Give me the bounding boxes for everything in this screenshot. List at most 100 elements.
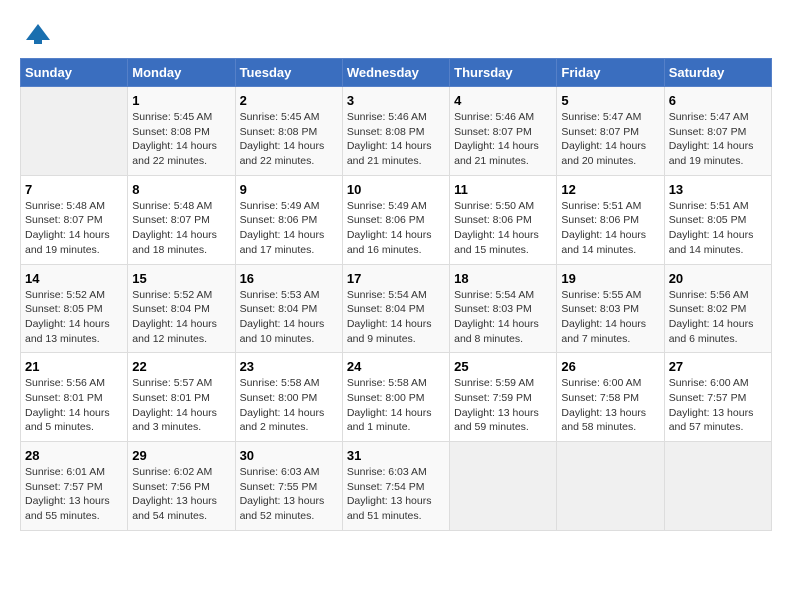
calendar-cell	[21, 87, 128, 176]
day-info: Sunrise: 5:47 AM Sunset: 8:07 PM Dayligh…	[561, 110, 659, 169]
calendar-cell: 21 Sunrise: 5:56 AM Sunset: 8:01 PM Dayli…	[21, 353, 128, 442]
day-number: 13	[669, 182, 767, 197]
day-header-saturday: Saturday	[664, 59, 771, 87]
day-number: 27	[669, 359, 767, 374]
day-number: 2	[240, 93, 338, 108]
logo	[20, 20, 52, 48]
calendar-cell: 24Sunrise: 5:58 AM Sunset: 8:00 PM Dayli…	[342, 353, 449, 442]
day-number: 31	[347, 448, 445, 463]
calendar-cell: 12Sunrise: 5:51 AM Sunset: 8:06 PM Dayli…	[557, 175, 664, 264]
header-row: SundayMondayTuesdayWednesdayThursdayFrid…	[21, 59, 772, 87]
day-number: 21	[25, 359, 123, 374]
calendar-cell: 25Sunrise: 5:59 AM Sunset: 7:59 PM Dayli…	[450, 353, 557, 442]
day-info: Sunrise: 6:03 AM Sunset: 7:54 PM Dayligh…	[347, 465, 445, 524]
day-info: Sunrise: 5:59 AM Sunset: 7:59 PM Dayligh…	[454, 376, 552, 435]
day-info: Sunrise: 5:46 AM Sunset: 8:08 PM Dayligh…	[347, 110, 445, 169]
day-number: 30	[240, 448, 338, 463]
day-info: Sunrise: 5:52 AM Sunset: 8:04 PM Dayligh…	[132, 288, 230, 347]
day-number: 29	[132, 448, 230, 463]
calendar-cell: 7 Sunrise: 5:48 AM Sunset: 8:07 PM Daylig…	[21, 175, 128, 264]
day-number: 16	[240, 271, 338, 286]
day-info: Sunrise: 5:56 AM Sunset: 8:01 PM Dayligh…	[25, 376, 123, 435]
calendar-cell	[450, 442, 557, 531]
day-header-monday: Monday	[128, 59, 235, 87]
week-row-3: 14 Sunrise: 5:52 AM Sunset: 8:05 PM Dayli…	[21, 264, 772, 353]
day-number: 19	[561, 271, 659, 286]
day-number: 26	[561, 359, 659, 374]
day-header-sunday: Sunday	[21, 59, 128, 87]
calendar-cell	[664, 442, 771, 531]
calendar-cell: 17 Sunrise: 5:54 AM Sunset: 8:04 PM Dayli…	[342, 264, 449, 353]
day-number: 9	[240, 182, 338, 197]
day-header-wednesday: Wednesday	[342, 59, 449, 87]
day-number: 5	[561, 93, 659, 108]
day-info: Sunrise: 5:45 AM Sunset: 8:08 PM Dayligh…	[240, 110, 338, 169]
day-info: Sunrise: 5:55 AM Sunset: 8:03 PM Dayligh…	[561, 288, 659, 347]
calendar-cell: 14 Sunrise: 5:52 AM Sunset: 8:05 PM Dayli…	[21, 264, 128, 353]
calendar-cell: 26 Sunrise: 6:00 AM Sunset: 7:58 PM Dayli…	[557, 353, 664, 442]
calendar-cell: 6 Sunrise: 5:47 AM Sunset: 8:07 PM Daylig…	[664, 87, 771, 176]
day-info: Sunrise: 5:50 AM Sunset: 8:06 PM Dayligh…	[454, 199, 552, 258]
calendar-cell: 8Sunrise: 5:48 AM Sunset: 8:07 PM Daylig…	[128, 175, 235, 264]
day-info: Sunrise: 5:48 AM Sunset: 8:07 PM Dayligh…	[25, 199, 123, 258]
calendar-cell: 19 Sunrise: 5:55 AM Sunset: 8:03 PM Dayli…	[557, 264, 664, 353]
calendar-cell: 4 Sunrise: 5:46 AM Sunset: 8:07 PM Daylig…	[450, 87, 557, 176]
week-row-1: 1 Sunrise: 5:45 AM Sunset: 8:08 PM Daylig…	[21, 87, 772, 176]
calendar-cell: 9 Sunrise: 5:49 AM Sunset: 8:06 PM Daylig…	[235, 175, 342, 264]
day-info: Sunrise: 5:54 AM Sunset: 8:04 PM Dayligh…	[347, 288, 445, 347]
calendar-cell: 10 Sunrise: 5:49 AM Sunset: 8:06 PM Dayli…	[342, 175, 449, 264]
day-info: Sunrise: 5:45 AM Sunset: 8:08 PM Dayligh…	[132, 110, 230, 169]
day-info: Sunrise: 5:47 AM Sunset: 8:07 PM Dayligh…	[669, 110, 767, 169]
day-info: Sunrise: 5:51 AM Sunset: 8:06 PM Dayligh…	[561, 199, 659, 258]
day-info: Sunrise: 5:51 AM Sunset: 8:05 PM Dayligh…	[669, 199, 767, 258]
day-number: 28	[25, 448, 123, 463]
day-header-friday: Friday	[557, 59, 664, 87]
week-row-5: 28 Sunrise: 6:01 AM Sunset: 7:57 PM Dayli…	[21, 442, 772, 531]
logo-icon	[24, 20, 52, 48]
day-number: 17	[347, 271, 445, 286]
calendar-cell: 31 Sunrise: 6:03 AM Sunset: 7:54 PM Dayli…	[342, 442, 449, 531]
day-number: 4	[454, 93, 552, 108]
day-number: 23	[240, 359, 338, 374]
calendar-cell: 3 Sunrise: 5:46 AM Sunset: 8:08 PM Daylig…	[342, 87, 449, 176]
day-info: Sunrise: 5:46 AM Sunset: 8:07 PM Dayligh…	[454, 110, 552, 169]
day-number: 20	[669, 271, 767, 286]
calendar-cell: 29 Sunrise: 6:02 AM Sunset: 7:56 PM Dayli…	[128, 442, 235, 531]
day-info: Sunrise: 6:03 AM Sunset: 7:55 PM Dayligh…	[240, 465, 338, 524]
day-info: Sunrise: 6:00 AM Sunset: 7:57 PM Dayligh…	[669, 376, 767, 435]
calendar-cell	[557, 442, 664, 531]
day-info: Sunrise: 5:49 AM Sunset: 8:06 PM Dayligh…	[347, 199, 445, 258]
day-number: 6	[669, 93, 767, 108]
week-row-2: 7 Sunrise: 5:48 AM Sunset: 8:07 PM Daylig…	[21, 175, 772, 264]
day-number: 15	[132, 271, 230, 286]
day-info: Sunrise: 5:58 AM Sunset: 8:00 PM Dayligh…	[240, 376, 338, 435]
day-number: 1	[132, 93, 230, 108]
day-info: Sunrise: 5:52 AM Sunset: 8:05 PM Dayligh…	[25, 288, 123, 347]
day-info: Sunrise: 6:02 AM Sunset: 7:56 PM Dayligh…	[132, 465, 230, 524]
day-number: 10	[347, 182, 445, 197]
day-info: Sunrise: 5:49 AM Sunset: 8:06 PM Dayligh…	[240, 199, 338, 258]
day-number: 3	[347, 93, 445, 108]
calendar-cell: 2 Sunrise: 5:45 AM Sunset: 8:08 PM Daylig…	[235, 87, 342, 176]
day-number: 14	[25, 271, 123, 286]
calendar-cell: 23 Sunrise: 5:58 AM Sunset: 8:00 PM Dayli…	[235, 353, 342, 442]
calendar-cell: 20 Sunrise: 5:56 AM Sunset: 8:02 PM Dayli…	[664, 264, 771, 353]
day-info: Sunrise: 5:53 AM Sunset: 8:04 PM Dayligh…	[240, 288, 338, 347]
day-info: Sunrise: 5:56 AM Sunset: 8:02 PM Dayligh…	[669, 288, 767, 347]
day-number: 7	[25, 182, 123, 197]
day-info: Sunrise: 5:58 AM Sunset: 8:00 PM Dayligh…	[347, 376, 445, 435]
day-info: Sunrise: 5:54 AM Sunset: 8:03 PM Dayligh…	[454, 288, 552, 347]
day-header-tuesday: Tuesday	[235, 59, 342, 87]
week-row-4: 21 Sunrise: 5:56 AM Sunset: 8:01 PM Dayli…	[21, 353, 772, 442]
calendar-cell: 28 Sunrise: 6:01 AM Sunset: 7:57 PM Dayli…	[21, 442, 128, 531]
calendar-cell: 15 Sunrise: 5:52 AM Sunset: 8:04 PM Dayli…	[128, 264, 235, 353]
calendar-cell: 22Sunrise: 5:57 AM Sunset: 8:01 PM Dayli…	[128, 353, 235, 442]
day-info: Sunrise: 6:00 AM Sunset: 7:58 PM Dayligh…	[561, 376, 659, 435]
header	[20, 20, 772, 48]
day-number: 8	[132, 182, 230, 197]
day-info: Sunrise: 6:01 AM Sunset: 7:57 PM Dayligh…	[25, 465, 123, 524]
calendar-cell: 18Sunrise: 5:54 AM Sunset: 8:03 PM Dayli…	[450, 264, 557, 353]
day-number: 22	[132, 359, 230, 374]
calendar-cell: 1 Sunrise: 5:45 AM Sunset: 8:08 PM Daylig…	[128, 87, 235, 176]
calendar-table: SundayMondayTuesdayWednesdayThursdayFrid…	[20, 58, 772, 531]
